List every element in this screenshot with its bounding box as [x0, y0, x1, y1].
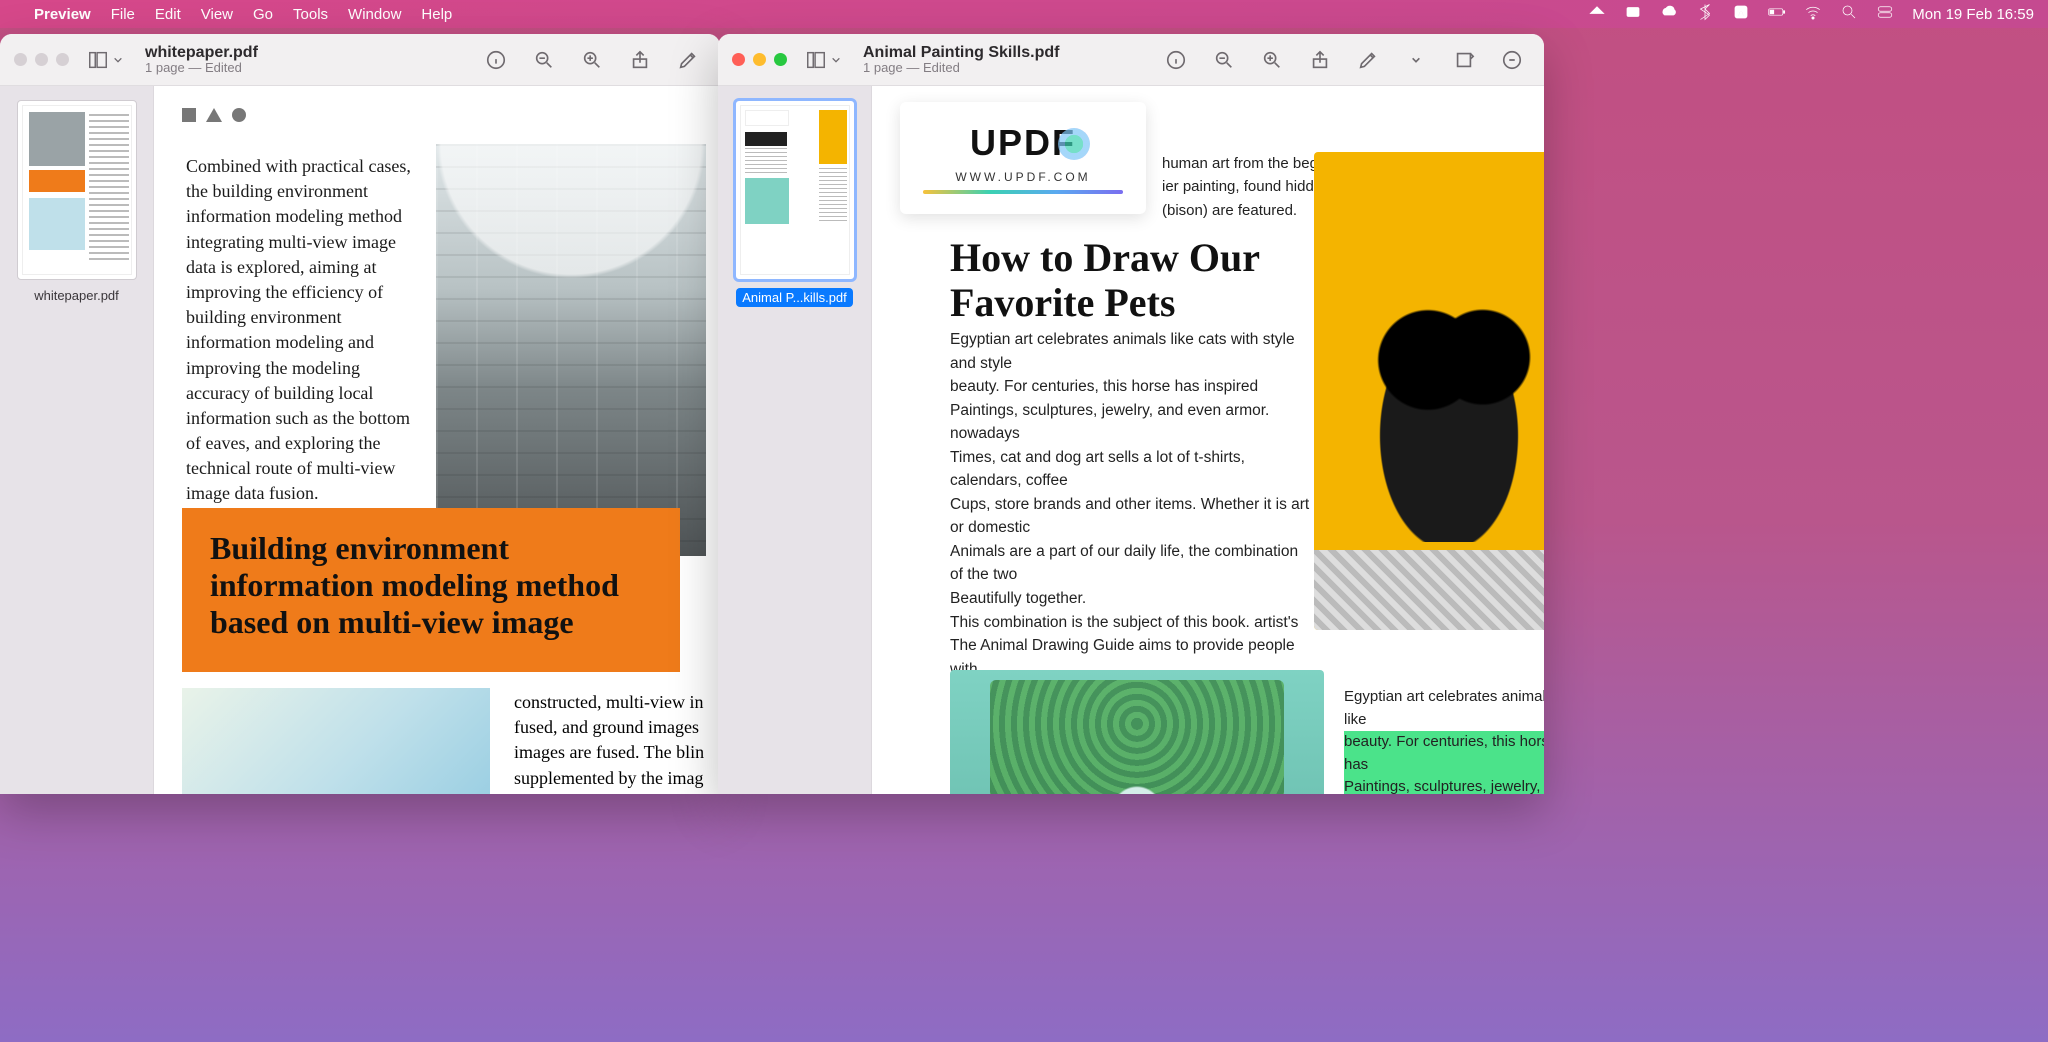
window-controls[interactable] [14, 53, 69, 66]
share-button[interactable] [622, 42, 658, 78]
page-view[interactable]: UPDF WWW.UPDF.COM human art from the beg… [872, 86, 1544, 794]
highlight-button[interactable] [1494, 42, 1530, 78]
menu-help[interactable]: Help [421, 6, 452, 23]
wifi-icon[interactable] [1804, 3, 1822, 25]
sidebar-view-button[interactable] [87, 49, 123, 71]
menu-go[interactable]: Go [253, 6, 273, 23]
menu-window[interactable]: Window [348, 6, 401, 23]
markup-dropdown[interactable] [1398, 42, 1434, 78]
menubar-datetime[interactable]: Mon 19 Feb 16:59 [1912, 6, 2034, 23]
menu-edit[interactable]: Edit [155, 6, 181, 23]
page-thumbnail[interactable] [17, 100, 137, 280]
zoom-in-button[interactable] [1254, 42, 1290, 78]
zoom-button[interactable] [774, 53, 787, 66]
rotate-button[interactable] [1446, 42, 1482, 78]
document-subtitle: 1 page — Edited [863, 61, 1059, 75]
status-tray-icon[interactable] [1588, 3, 1606, 25]
bluetooth-icon[interactable] [1696, 3, 1714, 25]
menu-tools[interactable]: Tools [293, 6, 328, 23]
status-cloud-icon[interactable] [1660, 3, 1678, 25]
page-thumbnail[interactable] [735, 100, 855, 280]
doc-image-abstract [182, 688, 490, 794]
doc-heading: How to Draw Our Favorite Pets [950, 236, 1290, 326]
window-controls[interactable] [732, 53, 787, 66]
minimize-button[interactable] [35, 53, 48, 66]
share-button[interactable] [1302, 42, 1338, 78]
doc-paragraph-2: constructed, multi-view in fused, and gr… [514, 690, 714, 791]
menu-view[interactable]: View [201, 6, 233, 23]
titlebar[interactable]: whitepaper.pdf 1 page — Edited [0, 34, 720, 86]
app-menu[interactable]: Preview [34, 6, 91, 23]
doc-orange-title-box: Building environment information modelin… [182, 508, 680, 672]
logo-word: UPDF [970, 122, 1076, 164]
markup-button[interactable] [1350, 42, 1386, 78]
markup-button[interactable] [670, 42, 706, 78]
minimize-button[interactable] [753, 53, 766, 66]
control-center-icon[interactable] [1876, 3, 1894, 25]
info-button[interactable] [1158, 42, 1194, 78]
zoom-in-button[interactable] [574, 42, 610, 78]
updf-logo: UPDF WWW.UPDF.COM [900, 102, 1146, 214]
document-title-block: whitepaper.pdf 1 page — Edited [145, 44, 258, 76]
thumbnail-label: Animal P...kills.pdf [736, 288, 853, 307]
document-subtitle: 1 page — Edited [145, 61, 258, 75]
thumbnails-sidebar[interactable]: Animal P...kills.pdf [718, 86, 872, 794]
svg-text:A: A [1738, 8, 1744, 18]
doc-image-pug [1314, 152, 1544, 630]
doc-image-plant [950, 670, 1324, 794]
status-app-icon[interactable] [1624, 3, 1642, 25]
header-shapes [182, 108, 246, 122]
document-title: Animal Painting Skills.pdf [863, 44, 1059, 62]
zoom-out-button[interactable] [526, 42, 562, 78]
titlebar[interactable]: Animal Painting Skills.pdf 1 page — Edit… [718, 34, 1544, 86]
document-title-block: Animal Painting Skills.pdf 1 page — Edit… [863, 44, 1059, 76]
logo-url: WWW.UPDF.COM [955, 170, 1090, 184]
preview-window-whitepaper: whitepaper.pdf 1 page — Edited whitepape… [0, 34, 720, 794]
doc-right-column: Egyptian art celebrates animals likebeau… [1344, 686, 1544, 794]
thumbnails-sidebar[interactable]: whitepaper.pdf [0, 86, 154, 794]
zoom-out-button[interactable] [1206, 42, 1242, 78]
info-button[interactable] [478, 42, 514, 78]
thumbnail-label: whitepaper.pdf [34, 288, 119, 303]
page-view[interactable]: Combined with practical cases, the build… [154, 86, 720, 794]
document-title: whitepaper.pdf [145, 44, 258, 62]
menu-file[interactable]: File [111, 6, 135, 23]
battery-icon[interactable] [1768, 3, 1786, 25]
close-button[interactable] [14, 53, 27, 66]
input-source-icon[interactable]: A [1732, 3, 1750, 25]
zoom-button[interactable] [56, 53, 69, 66]
doc-paragraph-1: Combined with practical cases, the build… [186, 154, 412, 507]
preview-window-animal-painting: Animal Painting Skills.pdf 1 page — Edit… [718, 34, 1544, 794]
close-button[interactable] [732, 53, 745, 66]
menubar: Preview File Edit View Go Tools Window H… [0, 0, 2048, 28]
spotlight-icon[interactable] [1840, 3, 1858, 25]
doc-image-atrium [436, 144, 706, 556]
sidebar-view-button[interactable] [805, 49, 841, 71]
